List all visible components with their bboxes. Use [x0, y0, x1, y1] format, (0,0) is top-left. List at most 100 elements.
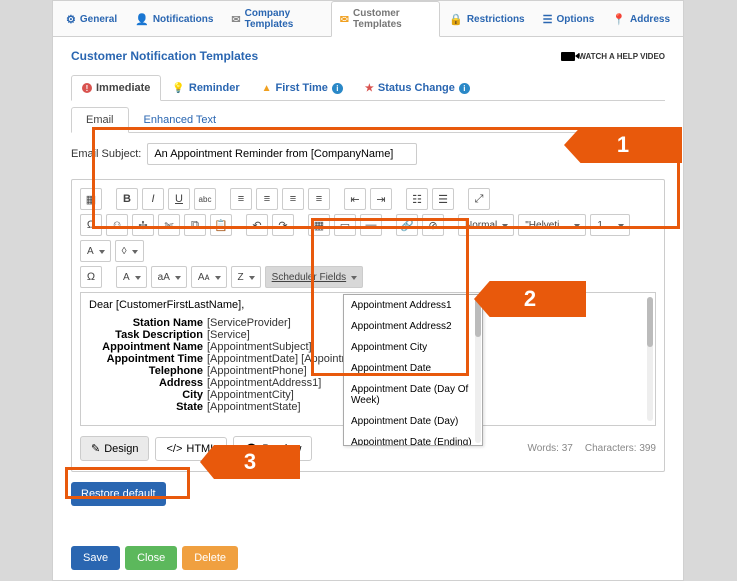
strike-button[interactable]: abc: [194, 188, 216, 210]
dropdown-item[interactable]: Appointment Address1: [344, 295, 482, 316]
special-icon[interactable]: Ω: [80, 266, 102, 288]
align-justify-icon[interactable]: ≡: [308, 188, 330, 210]
link-icon[interactable]: 🔗: [396, 214, 418, 236]
unlink-icon[interactable]: ⊘: [422, 214, 444, 236]
help-video-link[interactable]: WATCH A HELP VIDEO: [561, 52, 665, 61]
field-label: Station Name: [89, 317, 207, 329]
scissors-icon[interactable]: ✄: [158, 214, 180, 236]
rich-text-editor: ▦ B I U abc ≡ ≡ ≡ ≡ ⇤ ⇥ ☷ ☰ ⤢: [71, 179, 665, 472]
scheduler-fields-select[interactable]: Scheduler Fields: [265, 266, 363, 288]
field-value: [AppointmentAddress1]: [207, 377, 321, 389]
ordered-list-icon[interactable]: ☷: [406, 188, 428, 210]
info-icon: i: [332, 83, 343, 94]
undo-icon[interactable]: ↶: [246, 214, 268, 236]
tab-restrictions[interactable]: 🔒Restrictions: [440, 1, 534, 36]
align-center-icon[interactable]: ≡: [256, 188, 278, 210]
field-label: Task Description: [89, 329, 207, 341]
symbol-omega-icon[interactable]: Ω: [80, 214, 102, 236]
warning-icon: ▲: [262, 83, 272, 94]
dropdown-item[interactable]: Appointment Date: [344, 358, 482, 379]
anchor-icon[interactable]: ✢: [132, 214, 154, 236]
format-select[interactable]: Normal: [458, 214, 514, 236]
panel-title: Customer Notification Templates: [71, 49, 258, 63]
field-value: [AppointmentPhone]: [207, 365, 307, 377]
field-label: Telephone: [89, 365, 207, 377]
indent-icon[interactable]: ⇥: [370, 188, 392, 210]
design-view-button[interactable]: ✎Design: [80, 436, 149, 461]
field-value: [AppointmentState]: [207, 401, 301, 413]
emoji-icon[interactable]: ☺: [106, 214, 128, 236]
annotation-number-2: 2: [474, 281, 586, 317]
field-label: Appointment Name: [89, 341, 207, 353]
dropdown-item[interactable]: Appointment Date (Day): [344, 411, 482, 432]
case-select-1[interactable]: aA: [151, 266, 187, 288]
hr-icon[interactable]: —: [360, 214, 382, 236]
close-button[interactable]: Close: [125, 546, 177, 570]
bulb-icon: 💡: [172, 83, 184, 94]
tab-notifications[interactable]: 👤Notifications: [126, 1, 222, 36]
letter-z-select[interactable]: Z: [231, 266, 261, 288]
video-icon: [561, 52, 575, 61]
delete-button[interactable]: Delete: [182, 546, 238, 570]
star-icon: ★: [365, 83, 374, 94]
paste-icon[interactable]: 📋: [210, 214, 232, 236]
subject-input[interactable]: [147, 143, 417, 165]
table-icon[interactable]: ▦: [308, 214, 330, 236]
align-left-icon[interactable]: ≡: [230, 188, 252, 210]
text-color-select[interactable]: A: [80, 240, 111, 262]
unordered-list-icon[interactable]: ☰: [432, 188, 454, 210]
italic-button[interactable]: I: [142, 188, 164, 210]
save-button[interactable]: Save: [71, 546, 120, 570]
fullscreen-icon[interactable]: ⤢: [468, 188, 490, 210]
app-window: ⚙General 👤Notifications ✉Company Templat…: [52, 0, 684, 581]
tab-general[interactable]: ⚙General: [57, 1, 126, 36]
fill-color-select[interactable]: ◊: [115, 240, 144, 262]
code-icon: </>: [166, 443, 182, 455]
dropdown-item[interactable]: Appointment Date (Day Of Week): [344, 379, 482, 411]
top-nav: ⚙General 👤Notifications ✉Company Templat…: [53, 1, 683, 37]
dropdown-item[interactable]: Appointment Date (Ending): [344, 432, 482, 446]
pin-icon: 📍: [612, 13, 626, 26]
size-select[interactable]: 1…: [590, 214, 630, 236]
dropdown-item[interactable]: Appointment City: [344, 337, 482, 358]
stats: Words: 37 Characters: 399: [527, 443, 656, 454]
redo-icon[interactable]: ↷: [272, 214, 294, 236]
tab-customer-templates[interactable]: ✉Customer Templates: [331, 1, 440, 37]
format-tab-email[interactable]: Email: [71, 107, 129, 133]
footer-buttons: Save Close Delete: [71, 546, 683, 570]
info-icon: i: [459, 83, 470, 94]
image-icon[interactable]: ▭: [334, 214, 356, 236]
tab-address[interactable]: 📍Address: [603, 1, 679, 36]
source-icon[interactable]: ▦: [80, 188, 102, 210]
subtab-status-change[interactable]: ★Status Changei: [354, 75, 481, 100]
subject-label: Email Subject:: [71, 148, 141, 160]
tab-company-templates[interactable]: ✉Company Templates: [222, 1, 330, 36]
alert-icon: !: [82, 83, 92, 93]
gear-icon: ⚙: [66, 13, 76, 26]
align-right-icon[interactable]: ≡: [282, 188, 304, 210]
underline-button[interactable]: U: [168, 188, 190, 210]
subtab-first-time[interactable]: ▲First Timei: [251, 75, 354, 100]
subtab-reminder[interactable]: 💡Reminder: [161, 75, 250, 100]
case-select-2[interactable]: Aᴀ: [191, 266, 227, 288]
font-select[interactable]: "Helveti…: [518, 214, 586, 236]
restore-default-button[interactable]: Restore default: [71, 482, 166, 506]
copy-icon[interactable]: ⧉: [184, 214, 206, 236]
lock-icon: 🔒: [449, 13, 463, 26]
dropdown-item[interactable]: Appointment Address2: [344, 316, 482, 337]
format-tab-enhanced[interactable]: Enhanced Text: [129, 107, 232, 132]
tab-options[interactable]: ☰Options: [534, 1, 604, 36]
format-tabs: Email Enhanced Text: [71, 107, 665, 133]
field-label: City: [89, 389, 207, 401]
subtab-immediate[interactable]: !Immediate: [71, 75, 161, 101]
annotation-number-3: 3: [200, 445, 300, 479]
pencil-icon: ✎: [91, 442, 100, 455]
letter-a-select[interactable]: A: [116, 266, 147, 288]
bold-button[interactable]: B: [116, 188, 138, 210]
envelope-icon: ✉: [340, 13, 349, 26]
field-value: [AppointmentSubject]: [207, 341, 312, 353]
person-icon: 👤: [135, 13, 149, 26]
annotation-number-1: 1: [564, 127, 682, 163]
outdent-icon[interactable]: ⇤: [344, 188, 366, 210]
editor-scrollbar-thumb[interactable]: [647, 297, 653, 347]
